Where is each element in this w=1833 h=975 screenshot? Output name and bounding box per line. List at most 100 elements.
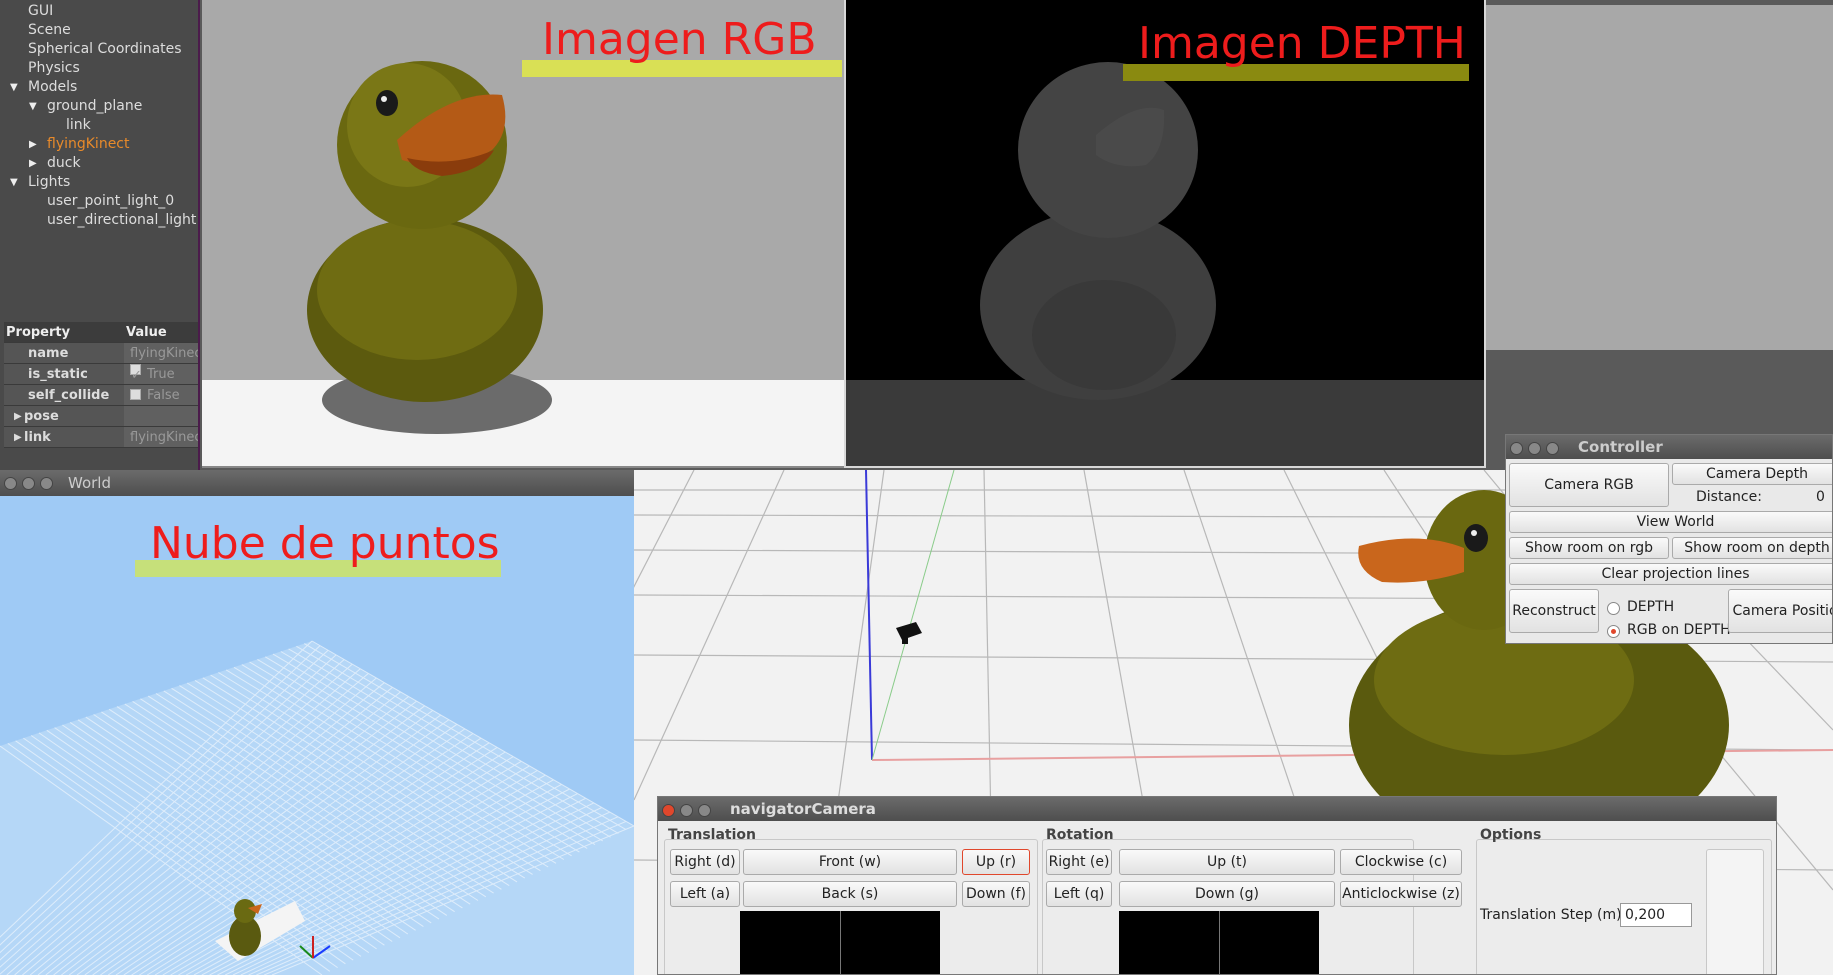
tree-item-label: flyingKinect bbox=[47, 136, 130, 152]
depth-radio-label: DEPTH bbox=[1627, 599, 1675, 615]
rotation-title: Rotation bbox=[1046, 827, 1114, 843]
property-value[interactable]: False bbox=[124, 385, 198, 405]
translate-back-button[interactable]: Back (s) bbox=[743, 881, 957, 907]
property-key: name bbox=[4, 343, 124, 363]
translate-front-button[interactable]: Front (w) bbox=[743, 849, 957, 875]
world-tree: GUI Scene Spherical Coordinates Physics ▼ Mod… bbox=[0, 0, 198, 230]
navcam-titlebar[interactable]: navigatorCamera bbox=[658, 797, 1776, 821]
expand-arrow-icon[interactable]: ▶ bbox=[14, 406, 22, 427]
world-window-title: World bbox=[68, 474, 111, 492]
minimize-icon[interactable] bbox=[1528, 442, 1541, 455]
collapsed-arrow-icon[interactable]: ▶ bbox=[29, 154, 37, 173]
tree-item[interactable]: ▶ duck bbox=[0, 154, 198, 173]
view-world-button[interactable]: View World bbox=[1509, 511, 1832, 533]
tree-item[interactable]: user_directional_light bbox=[0, 211, 198, 230]
tree-item[interactable]: ▼ ground_plane bbox=[0, 97, 198, 116]
rotate-clockwise-button[interactable]: Clockwise (c) bbox=[1340, 849, 1462, 875]
is-static-checkbox[interactable]: ✓ bbox=[130, 364, 142, 383]
tree-item-label: user_directional_light bbox=[47, 212, 197, 228]
property-table: Property Value name flyingKinect is_stat… bbox=[4, 322, 198, 448]
maximize-icon[interactable] bbox=[1546, 442, 1559, 455]
translation-title: Translation bbox=[668, 827, 756, 843]
rotate-right-button[interactable]: Right (e) bbox=[1046, 849, 1112, 875]
distance-label: Distance: bbox=[1696, 489, 1762, 505]
reconstruct-button[interactable]: Reconstruct bbox=[1509, 589, 1599, 633]
expanded-arrow-icon[interactable]: ▼ bbox=[10, 78, 18, 97]
property-value[interactable]: ✓ True bbox=[124, 364, 198, 384]
camera-depth-button[interactable]: Camera Depth bbox=[1672, 463, 1832, 485]
translate-left-button[interactable]: Left (a) bbox=[670, 881, 740, 907]
right-grey-area bbox=[1486, 0, 1833, 350]
camera-position-button[interactable]: Camera Positio bbox=[1728, 589, 1832, 633]
minimize-icon[interactable] bbox=[22, 477, 35, 490]
joystick-divider bbox=[840, 911, 841, 974]
tree-item[interactable]: ▶ flyingKinect bbox=[0, 135, 198, 154]
joystick-divider bbox=[1219, 911, 1220, 974]
maximize-icon[interactable] bbox=[698, 804, 711, 817]
clear-projection-button[interactable]: Clear projection lines bbox=[1509, 563, 1832, 585]
rotate-up-button[interactable]: Up (t) bbox=[1119, 849, 1335, 875]
property-row-self-collide[interactable]: self_collide False bbox=[4, 385, 198, 406]
tree-item[interactable]: ▼ Lights bbox=[0, 173, 198, 192]
property-key: self_collide bbox=[4, 385, 124, 405]
tree-item[interactable]: Physics bbox=[0, 59, 198, 78]
rotate-left-button[interactable]: Left (q) bbox=[1046, 881, 1112, 907]
translate-right-button[interactable]: Right (d) bbox=[670, 849, 740, 875]
rgb-on-depth-radio[interactable] bbox=[1607, 625, 1620, 638]
tree-item[interactable]: GUI bbox=[0, 2, 198, 21]
tree-item-label: Scene bbox=[28, 22, 71, 38]
value-header: Value bbox=[124, 322, 198, 342]
expanded-arrow-icon[interactable]: ▼ bbox=[29, 97, 37, 116]
maximize-icon[interactable] bbox=[40, 477, 53, 490]
camera-rgb-button[interactable]: Camera RGB bbox=[1509, 463, 1669, 507]
property-value bbox=[124, 406, 198, 426]
property-row-name[interactable]: name flyingKinect bbox=[4, 343, 198, 364]
close-icon[interactable] bbox=[662, 804, 675, 817]
translation-step-input[interactable]: 0,200 bbox=[1620, 903, 1692, 927]
navcam-title: navigatorCamera bbox=[730, 800, 876, 818]
controller-titlebar[interactable]: Controller bbox=[1506, 435, 1832, 459]
expand-arrow-icon[interactable]: ▶ bbox=[14, 427, 22, 448]
property-header-row: Property Value bbox=[4, 322, 198, 343]
self-collide-checkbox[interactable] bbox=[130, 389, 141, 400]
depth-radio[interactable] bbox=[1607, 602, 1620, 615]
property-key: ▶ pose bbox=[4, 406, 124, 426]
property-row-link[interactable]: ▶link flyingKinect:: bbox=[4, 427, 198, 448]
controller-window: Controller Camera RGB Camera Depth Dista… bbox=[1505, 434, 1833, 644]
world-tree-panel: GUI Scene Spherical Coordinates Physics ▼ Mod… bbox=[0, 0, 200, 470]
world-overlay-title: Nube de puntos bbox=[150, 518, 500, 569]
tree-item[interactable]: Scene bbox=[0, 21, 198, 40]
options-side-panel bbox=[1706, 849, 1764, 974]
tree-item-label: duck bbox=[47, 155, 81, 171]
property-key: is_static bbox=[4, 364, 124, 384]
close-icon[interactable] bbox=[4, 477, 17, 490]
tree-item-label: Physics bbox=[28, 60, 80, 76]
rgb-on-depth-label: RGB on DEPTH bbox=[1627, 622, 1731, 638]
tree-item[interactable]: ▼ Models bbox=[0, 78, 198, 97]
show-room-rgb-button[interactable]: Show room on rgb bbox=[1509, 537, 1669, 559]
self-collide-value: False bbox=[147, 388, 180, 403]
depth-image-view: Imagen DEPTH bbox=[844, 0, 1486, 468]
tree-item-label: Models bbox=[28, 79, 78, 95]
translate-down-button[interactable]: Down (f) bbox=[962, 881, 1030, 907]
rotate-down-button[interactable]: Down (g) bbox=[1119, 881, 1335, 907]
rgb-view-title: Imagen RGB bbox=[542, 14, 817, 65]
expanded-arrow-icon[interactable]: ▼ bbox=[10, 173, 18, 192]
depth-view-title: Imagen DEPTH bbox=[1138, 18, 1466, 69]
property-row-pose[interactable]: ▶ pose bbox=[4, 406, 198, 427]
minimize-icon[interactable] bbox=[680, 804, 693, 817]
tree-item-label: Spherical Coordinates bbox=[28, 41, 182, 57]
property-value[interactable]: flyingKinect bbox=[124, 343, 198, 363]
collapsed-arrow-icon[interactable]: ▶ bbox=[29, 135, 37, 154]
property-key: ▶ link bbox=[4, 427, 124, 447]
translate-up-button[interactable]: Up (r) bbox=[962, 849, 1030, 875]
tree-item[interactable]: user_point_light_0 bbox=[0, 192, 198, 211]
tree-item[interactable]: Spherical Coordinates bbox=[0, 40, 198, 59]
show-room-depth-button[interactable]: Show room on depth bbox=[1672, 537, 1832, 559]
rotate-anticlockwise-button[interactable]: Anticlockwise (z) bbox=[1340, 881, 1462, 907]
tree-item-label: ground_plane bbox=[47, 98, 143, 114]
world-titlebar[interactable]: World bbox=[0, 470, 634, 496]
property-row-is-static[interactable]: is_static ✓ True bbox=[4, 364, 198, 385]
close-icon[interactable] bbox=[1510, 442, 1523, 455]
tree-item[interactable]: link bbox=[0, 116, 198, 135]
